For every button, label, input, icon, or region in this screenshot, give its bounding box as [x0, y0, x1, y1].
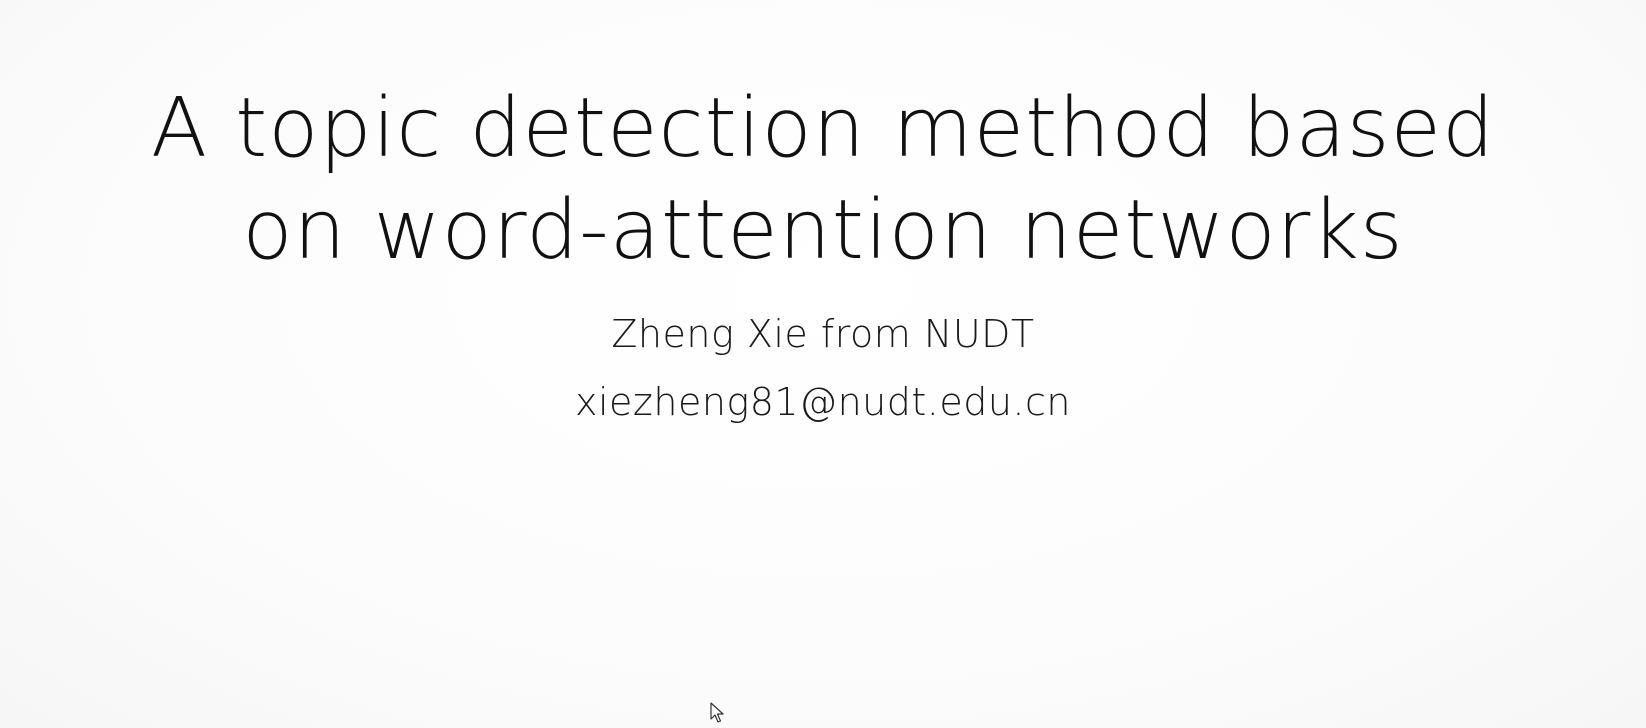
slide-title-line-1: A topic detection method based — [150, 81, 1496, 176]
presentation-slide: A topic detection method based on word-a… — [0, 0, 1646, 728]
author-line: Zheng Xie from NUDT — [611, 312, 1035, 356]
email-line: xiezheng81@nudt.edu.cn — [575, 380, 1071, 424]
mouse-pointer-icon — [710, 702, 724, 723]
slide-title: A topic detection method based on word-a… — [0, 78, 1646, 282]
slide-title-line-2: on word-attention networks — [242, 183, 1404, 278]
slide-subtitle: Zheng Xie from NUDT xiezheng81@nudt.edu.… — [0, 300, 1646, 436]
